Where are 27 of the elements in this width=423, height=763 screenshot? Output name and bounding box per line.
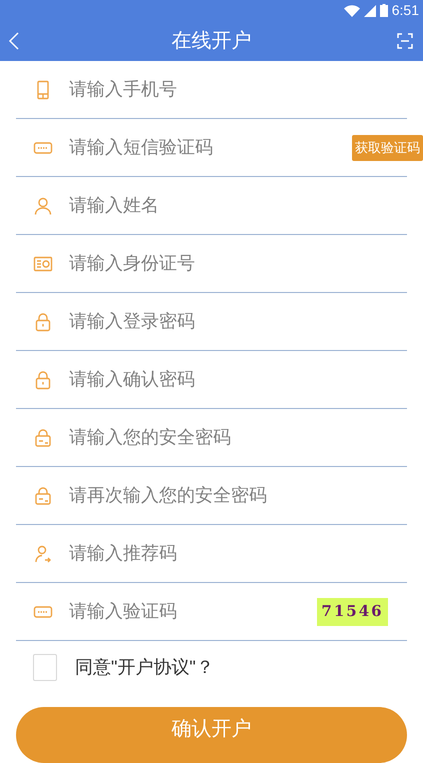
text-field[interactable]: 请输入身份证号	[69, 250, 407, 277]
scan-button[interactable]	[395, 31, 415, 51]
text-field[interactable]: 请输入确认密码	[69, 366, 407, 393]
text-field[interactable]: 请输入推荐码	[69, 540, 407, 567]
agreement-label: 同意"开户协议"？	[75, 656, 214, 679]
text-field[interactable]: 请输入姓名	[69, 192, 407, 219]
get-code-button[interactable]: 获取验证码	[352, 135, 423, 161]
text-field[interactable]: 请输入手机号	[69, 76, 407, 103]
lock-icon	[32, 428, 52, 448]
wifi-icon	[344, 4, 360, 16]
scan-icon	[397, 33, 413, 49]
captcha-image: 71546	[317, 598, 388, 626]
page-title: 在线开户	[172, 29, 252, 54]
text-field[interactable]: 请输入登录密码	[69, 308, 407, 335]
status-time: 6:51	[392, 1, 419, 20]
text-field[interactable]: 请输入您的安全密码	[69, 424, 407, 451]
person-icon	[32, 196, 52, 216]
text-field[interactable]: 请输入短信验证码	[69, 134, 347, 161]
text-field[interactable]: 请再次输入您的安全密码	[69, 482, 407, 509]
agree-checkbox[interactable]	[33, 654, 57, 681]
back-icon	[8, 31, 20, 51]
lock-icon	[32, 486, 52, 506]
person-icon	[32, 544, 52, 564]
signal-icon	[364, 4, 376, 16]
text-field[interactable]: 请输入验证码	[69, 598, 317, 625]
submit-button[interactable]: 确认开户	[16, 707, 407, 763]
battery-icon	[380, 4, 388, 17]
